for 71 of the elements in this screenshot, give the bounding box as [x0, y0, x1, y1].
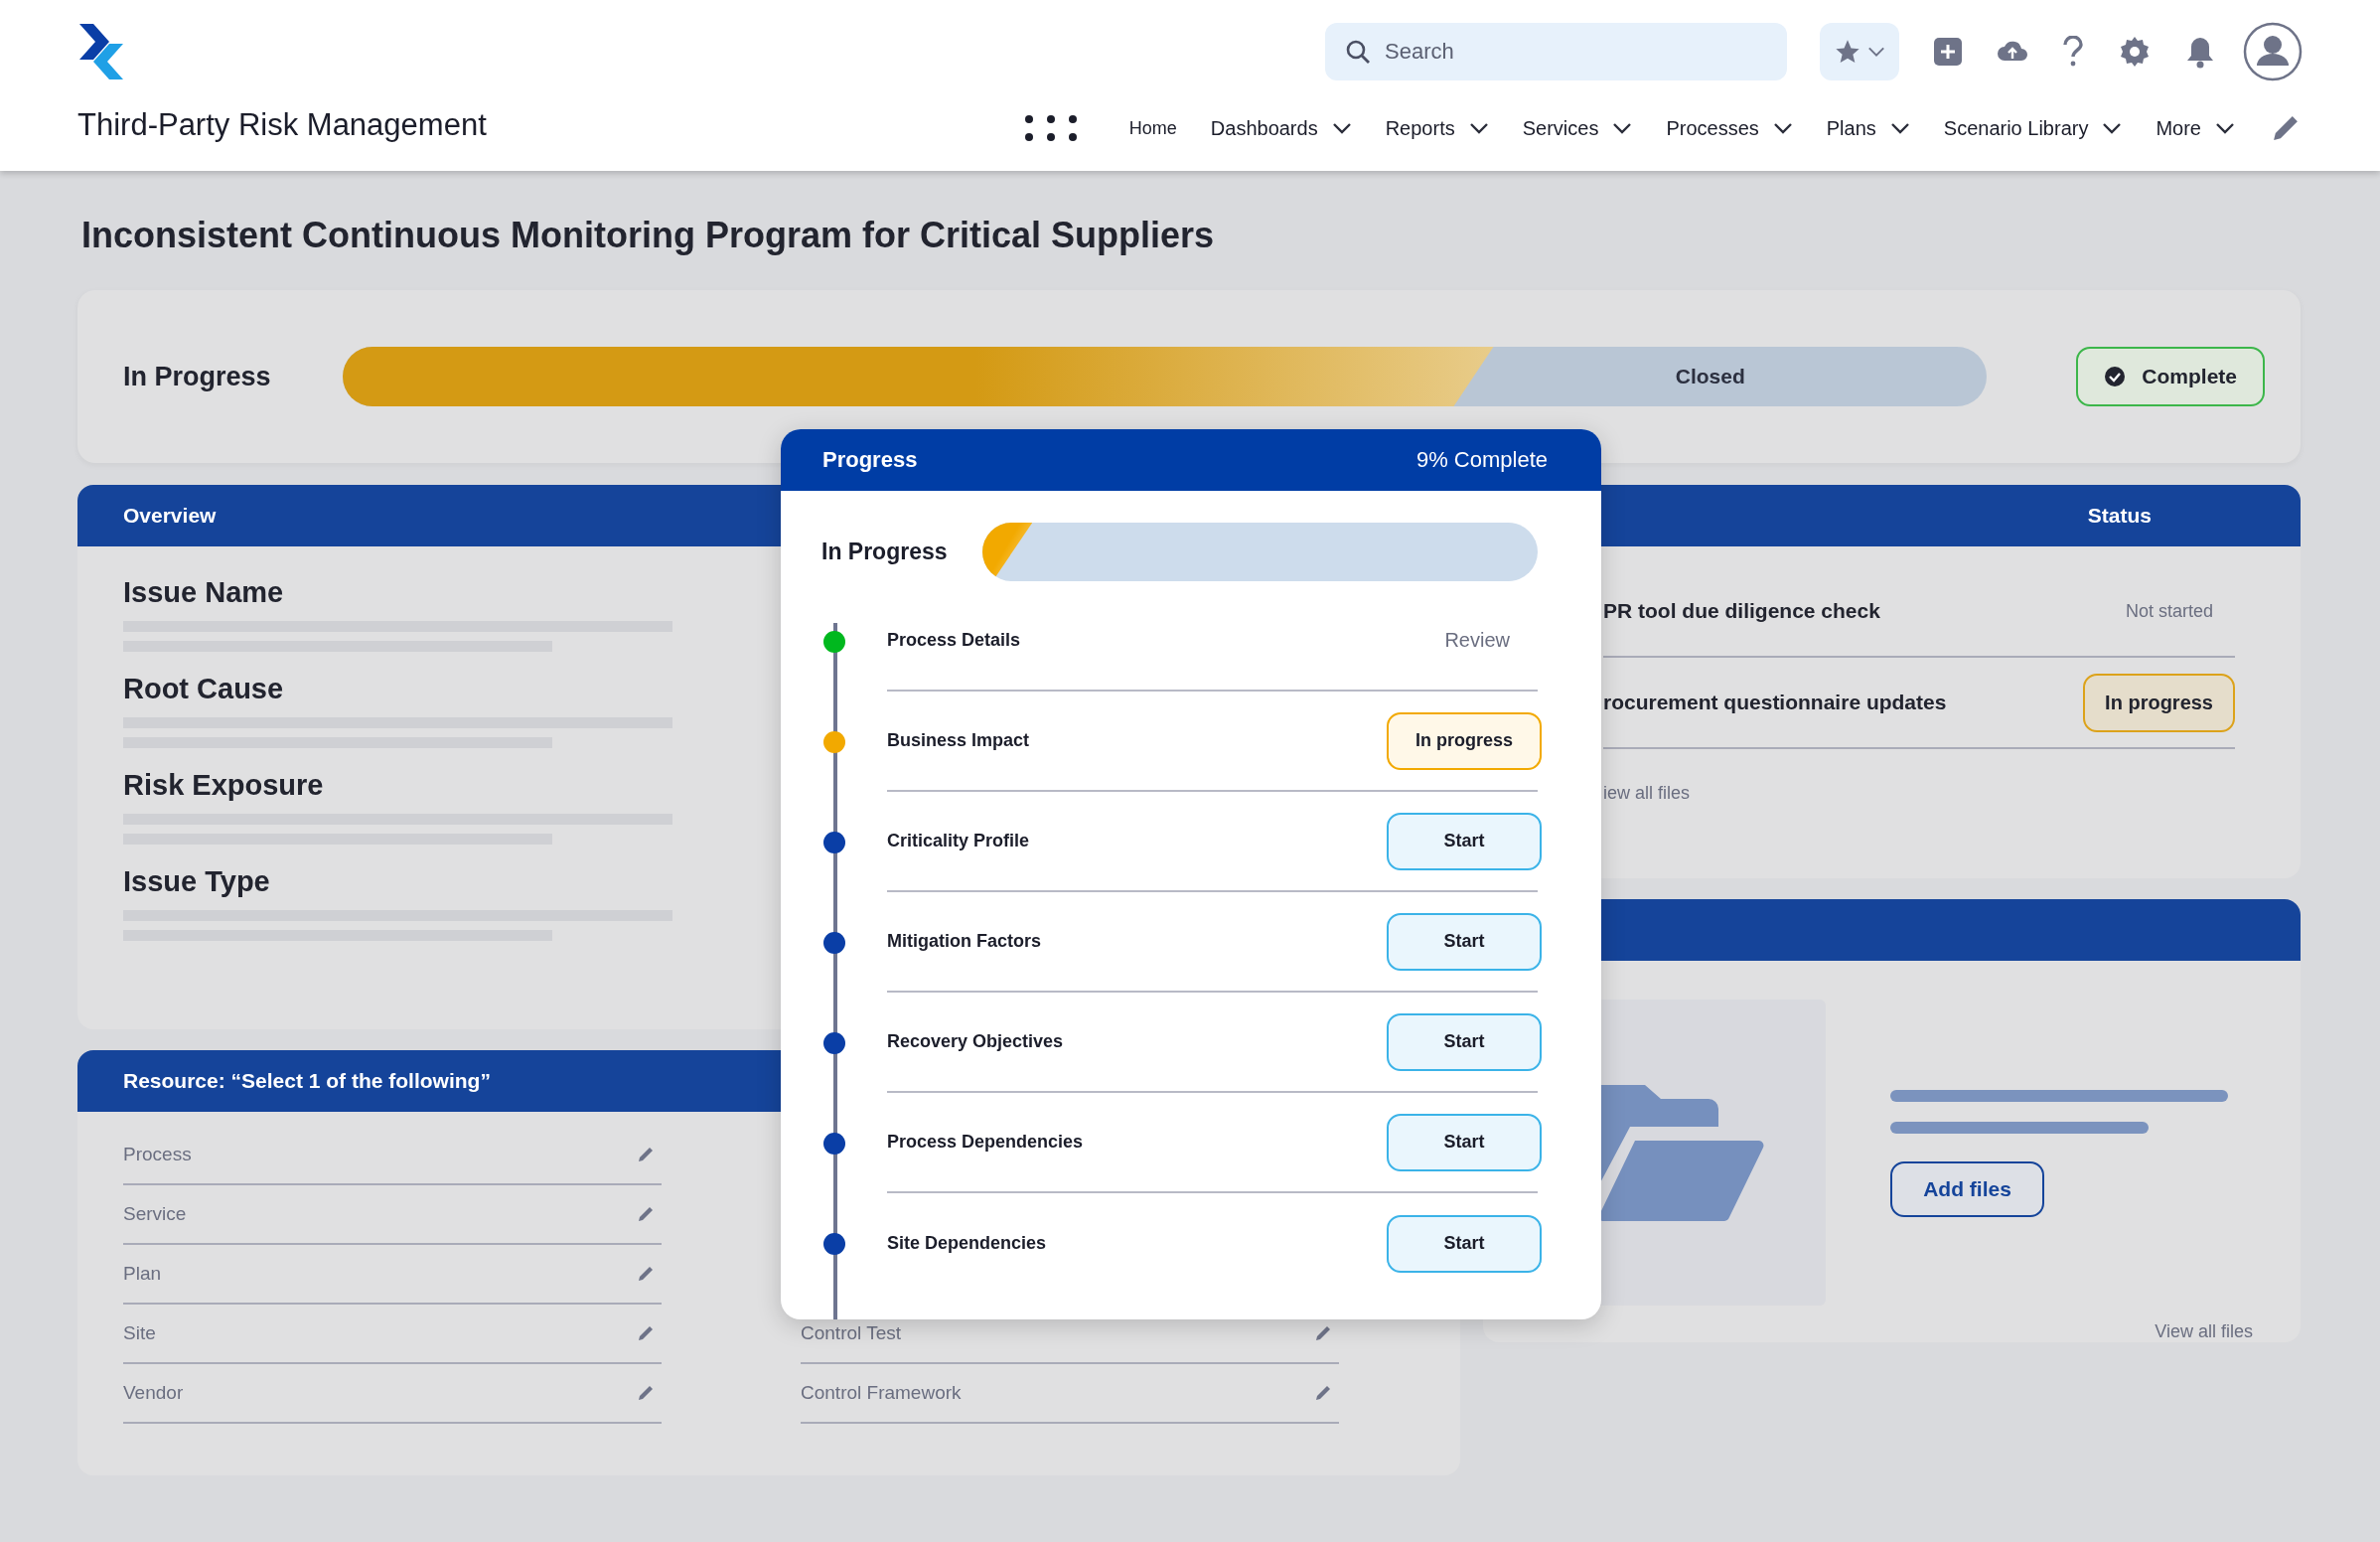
- nav-menu-item[interactable]: Plans: [1826, 116, 1910, 140]
- check-icon: [2104, 366, 2127, 387]
- stage-label: Closed: [1675, 365, 1745, 388]
- resource-type-label: Vendor: [123, 1382, 184, 1404]
- step-name: Business Impact: [887, 730, 1030, 751]
- start-button[interactable]: Start: [1387, 1214, 1542, 1273]
- pencil-icon[interactable]: [636, 1264, 656, 1284]
- nav-menu-item[interactable]: Processes: [1666, 116, 1793, 140]
- task-name: rocurement questionnaire updates: [1603, 691, 1947, 714]
- resource-type-label: Site: [123, 1322, 156, 1344]
- step-name: Site Dependencies: [887, 1233, 1047, 1254]
- pencil-icon[interactable]: [1313, 1383, 1333, 1403]
- complete-button[interactable]: Complete: [2076, 347, 2265, 406]
- status-text: Not started: [2125, 600, 2213, 622]
- completion-text: 9% Complete: [1415, 447, 1548, 473]
- favorites-button[interactable]: [1820, 23, 1899, 80]
- help-icon[interactable]: [2062, 36, 2084, 68]
- task-name: PR tool due diligence check: [1603, 599, 1880, 623]
- view-files-link[interactable]: iew all files: [1603, 783, 2235, 804]
- status-label: In Progress: [821, 539, 949, 565]
- step-name: Criticality Profile: [887, 831, 1030, 851]
- start-button[interactable]: Start: [1387, 812, 1542, 870]
- pencil-icon[interactable]: [636, 1204, 656, 1224]
- dialog-title: Progress: [822, 447, 918, 473]
- notification-bell-icon[interactable]: [2185, 35, 2215, 69]
- settings-icon[interactable]: [2118, 35, 2152, 69]
- resource-type-label: Plan: [123, 1263, 162, 1285]
- nav-menu-item[interactable]: Home: [1128, 117, 1177, 139]
- nav-menu-item[interactable]: Reports: [1385, 116, 1489, 140]
- card-title: Overview: [123, 504, 217, 528]
- star-icon: [1834, 38, 1861, 66]
- step-name: Recovery Objectives: [887, 1031, 1064, 1052]
- app-title: Third-Party Risk Management: [77, 107, 487, 143]
- field-label: Issue Name: [123, 576, 285, 609]
- column-header: Status: [2087, 504, 2152, 528]
- pencil-icon[interactable]: [636, 1383, 656, 1403]
- start-button[interactable]: Start: [1387, 1012, 1542, 1071]
- pencil-icon[interactable]: [1313, 1323, 1333, 1343]
- card-title: Resource: “Select 1 of the following”: [123, 1069, 491, 1093]
- start-button[interactable]: Start: [1387, 912, 1542, 971]
- resource-type-label: Service: [123, 1203, 187, 1225]
- nav-menu-item[interactable]: Dashboards: [1210, 116, 1352, 140]
- field-label: Issue Type: [123, 865, 271, 898]
- resource-type-label: Process: [123, 1144, 192, 1165]
- pencil-icon[interactable]: [636, 1323, 656, 1343]
- step-name: Mitigation Factors: [887, 931, 1041, 952]
- resource-type-label: Control Framework: [801, 1382, 962, 1404]
- resource-type-label: Control Test: [801, 1322, 902, 1344]
- search-field[interactable]: Search: [1325, 23, 1787, 80]
- add-files-button[interactable]: Add files: [1890, 1161, 2044, 1217]
- add-icon[interactable]: [1933, 37, 1963, 67]
- status-badge: In progress: [2083, 673, 2235, 732]
- field-label: Risk Exposure: [123, 769, 325, 802]
- search-icon: [1345, 39, 1371, 65]
- chevron-down-icon: [1867, 46, 1885, 58]
- user-avatar-icon[interactable]: [2243, 22, 2303, 81]
- status-label: In Progress: [123, 361, 272, 392]
- start-button[interactable]: Start: [1387, 1113, 1542, 1171]
- page-title: Inconsistent Continuous Monitoring Program for Critical Suppliers: [80, 214, 1216, 257]
- nav-menu-item[interactable]: More: [2156, 116, 2235, 140]
- step-name: Process Details: [887, 630, 1021, 651]
- pencil-icon[interactable]: [636, 1145, 656, 1164]
- field-label: Root Cause: [123, 673, 285, 705]
- nav-menu-item[interactable]: Scenario Library: [1943, 116, 2123, 140]
- step-name: Process Dependencies: [887, 1132, 1084, 1153]
- view-files-link[interactable]: View all files: [2155, 1321, 2253, 1342]
- review-link[interactable]: Review: [1444, 629, 1510, 652]
- nav-menu-item[interactable]: Services: [1522, 116, 1633, 140]
- logo-icon: [77, 22, 125, 81]
- app-grid-icon[interactable]: [1023, 114, 1078, 142]
- status-badge: In progress: [1387, 711, 1542, 770]
